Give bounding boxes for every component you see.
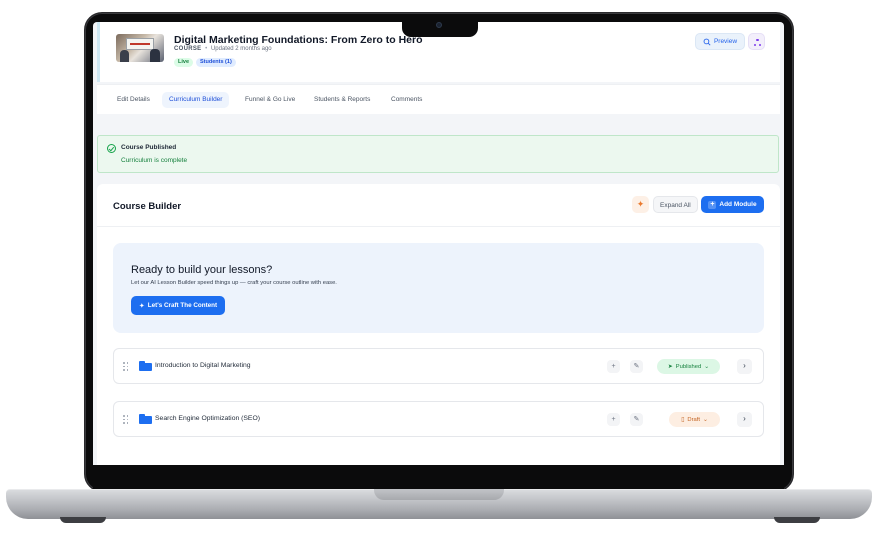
chevron-right-icon[interactable]: › — [737, 412, 752, 427]
status-label: Published — [675, 363, 702, 370]
ai-lesson-card: Ready to build your lessons? Let our AI … — [113, 243, 764, 333]
sparkle-icon: ✦ — [636, 199, 645, 209]
builder-title: Course Builder — [113, 201, 182, 212]
status-label: Draft — [687, 416, 700, 423]
eye-icon — [703, 38, 711, 46]
updated-text: Updated 2 months ago — [210, 46, 272, 52]
check-circle-icon — [107, 144, 116, 153]
edit-module-button[interactable]: ✎ — [630, 413, 643, 426]
tab-students-reports[interactable]: Students & Reports — [307, 92, 377, 108]
send-icon: ➤ — [667, 363, 673, 370]
app-screen: Digital Marketing Foundations: From Zero… — [93, 22, 784, 465]
folder-icon — [139, 414, 152, 424]
drag-handle-icon[interactable] — [123, 362, 129, 371]
pencil-icon: ✎ — [633, 363, 640, 370]
course-kind: COURSE — [174, 46, 202, 52]
craft-content-label: Let's Craft The Content — [147, 302, 218, 309]
published-alert: Course Published Curriculum is complete — [97, 135, 779, 173]
students-badge[interactable]: Students (1) — [196, 58, 236, 67]
drag-handle-icon[interactable] — [123, 415, 129, 424]
preview-label: Preview — [713, 38, 738, 45]
tab-bar: Edit Details Curriculum Builder Funnel &… — [97, 84, 780, 114]
laptop-opening-notch — [374, 489, 504, 500]
alert-title: Course Published — [121, 144, 177, 151]
plus-icon: + — [708, 200, 717, 209]
expand-all-button[interactable]: Expand All — [653, 196, 698, 213]
preview-button[interactable]: Preview — [695, 33, 745, 50]
course-thumbnail — [116, 34, 164, 62]
live-badge: Live — [174, 58, 194, 67]
chevron-down-icon: ⌄ — [704, 363, 710, 370]
add-lesson-button[interactable]: + — [607, 360, 620, 373]
module-title: Introduction to Digital Marketing — [155, 362, 251, 369]
chevron-right-icon[interactable]: › — [737, 359, 752, 374]
meta-separator: • — [205, 46, 208, 52]
laptop-foot — [774, 517, 820, 523]
craft-content-button[interactable]: ✦ Let's Craft The Content — [131, 296, 225, 315]
sparkle-icon: ✦ — [138, 302, 145, 310]
document-icon: ▯ — [681, 416, 685, 423]
plus-icon: + — [611, 363, 616, 370]
share-icon — [754, 39, 761, 46]
folder-icon — [139, 361, 152, 371]
course-meta: COURSE • Updated 2 months ago — [174, 46, 272, 52]
pencil-icon: ✎ — [633, 416, 640, 423]
camera-icon — [436, 22, 442, 28]
ai-card-title: Ready to build your lessons? — [131, 264, 273, 276]
module-title: Search Engine Optimization (SEO) — [155, 415, 261, 422]
status-dropdown[interactable]: ▯ Draft ⌄ — [669, 412, 720, 427]
plus-icon: + — [611, 416, 616, 423]
module-row[interactable]: Search Engine Optimization (SEO) + ✎ ▯ D… — [113, 401, 764, 437]
add-module-label: Add Module — [719, 201, 757, 208]
ai-card-subtitle: Let our AI Lesson Builder speed things u… — [131, 280, 337, 286]
module-row[interactable]: Introduction to Digital Marketing + ✎ ➤ … — [113, 348, 764, 384]
status-dropdown[interactable]: ➤ Published ⌄ — [657, 359, 720, 374]
laptop-foot — [60, 517, 106, 523]
share-button[interactable] — [748, 33, 765, 50]
chevron-down-icon: ⌄ — [702, 416, 708, 423]
alert-message: Curriculum is complete — [121, 157, 188, 164]
course-title: Digital Marketing Foundations: From Zero… — [174, 34, 423, 46]
course-builder: Course Builder ✦ Expand All + Add Module… — [97, 184, 780, 465]
add-module-button[interactable]: + Add Module — [701, 196, 764, 213]
tab-curriculum-builder[interactable]: Curriculum Builder — [162, 92, 230, 108]
tab-funnel-go-live[interactable]: Funnel & Go Live — [238, 92, 302, 108]
laptop-bezel — [93, 465, 784, 489]
add-lesson-button[interactable]: + — [607, 413, 620, 426]
ai-sparkle-button[interactable]: ✦ — [632, 196, 649, 213]
divider — [97, 226, 780, 227]
edit-module-button[interactable]: ✎ — [630, 360, 643, 373]
tab-comments[interactable]: Comments — [384, 92, 429, 108]
tab-edit-details[interactable]: Edit Details — [110, 92, 157, 108]
